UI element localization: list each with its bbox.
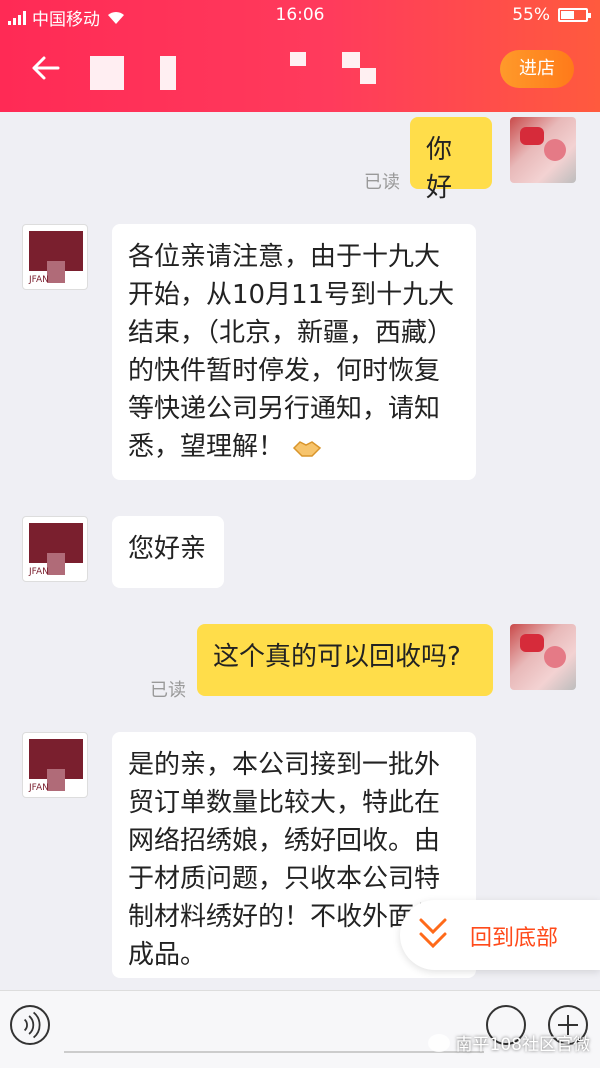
- read-receipt: 已读: [150, 680, 186, 701]
- my-avatar[interactable]: [510, 117, 576, 183]
- my-avatar[interactable]: [510, 624, 576, 690]
- status-bar: 中国移动 16:06 55%: [0, 0, 600, 30]
- message-bubble[interactable]: 您好亲: [112, 516, 224, 588]
- watermark: 南平108社区官微: [427, 1030, 590, 1055]
- message-bubble[interactable]: 各位亲请注意，由于十九大开始，从10月11号到十九大结束，（北京，新疆，西藏）的…: [112, 224, 476, 480]
- input-bar: [0, 990, 600, 1068]
- handshake-emoji-icon: [293, 440, 322, 457]
- jump-to-bottom-label: 回到底部: [470, 926, 559, 951]
- clock: 16:06: [275, 5, 325, 25]
- battery-percent: 55%: [512, 5, 550, 25]
- wechat-icon: [427, 1033, 450, 1052]
- shop-avatar[interactable]: JFAN: [22, 224, 88, 290]
- back-arrow-icon[interactable]: [28, 50, 64, 86]
- message-bubble[interactable]: 这个真的可以回收吗?: [197, 624, 493, 696]
- voice-input-icon[interactable]: [10, 1005, 50, 1045]
- jump-to-bottom-button[interactable]: 回到底部: [400, 900, 600, 970]
- shop-avatar[interactable]: JFAN: [22, 516, 88, 582]
- double-chevron-down-icon: [419, 918, 447, 949]
- watermark-text: 南平108社区官微: [455, 1035, 590, 1055]
- shop-name-redacted: [90, 52, 430, 96]
- shop-avatar[interactable]: JFAN: [22, 732, 88, 798]
- battery-icon: [558, 8, 591, 22]
- enter-shop-button[interactable]: 进店: [500, 50, 574, 88]
- message-bubble[interactable]: 你好: [410, 117, 492, 203]
- chat-header: 进店: [0, 30, 600, 112]
- read-receipt: 已读: [364, 172, 400, 193]
- top-bar: 中国移动 16:06 55% 进店: [0, 0, 600, 112]
- message-text: 各位亲请注意，由于十九大开始，从10月11号到十九大结束，（北京，新疆，西藏）的…: [128, 242, 455, 462]
- message-input[interactable]: [64, 1051, 484, 1053]
